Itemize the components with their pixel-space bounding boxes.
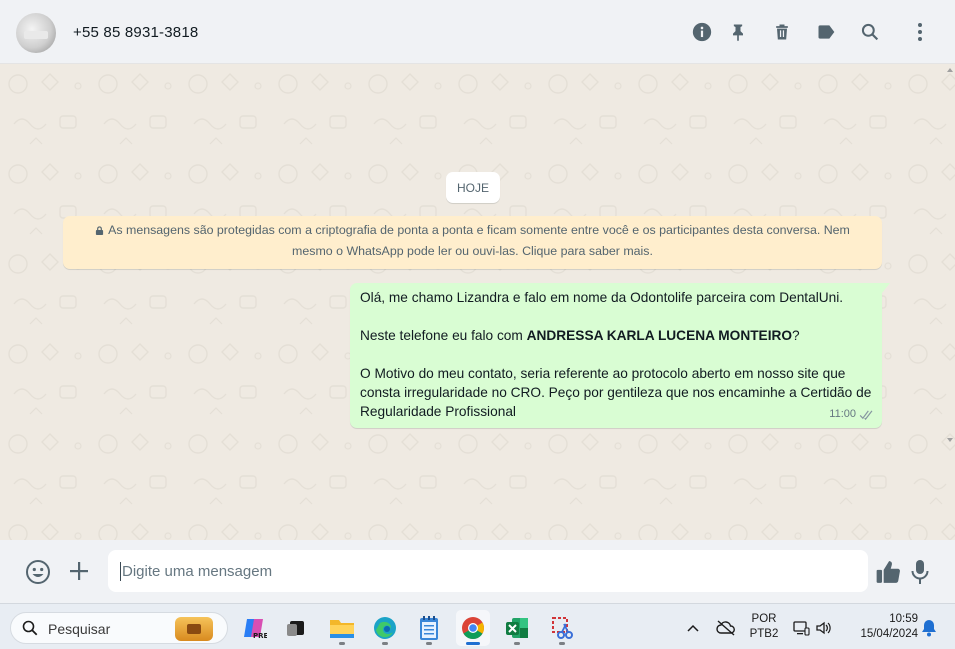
volume-icon[interactable] [813,610,835,646]
message-input[interactable] [108,550,868,592]
message-line-2: Neste telefone eu falo com ANDRESSA KARL… [360,328,800,343]
copilot-icon[interactable]: PRE [237,610,271,646]
scroll-up-arrow[interactable] [947,68,953,72]
message-line-1: Olá, me chamo Lizandra e falo em nome da… [360,290,844,305]
attach-plus-icon[interactable] [66,558,92,584]
outgoing-message[interactable]: Olá, me chamo Lizandra e falo em nome da… [350,283,882,428]
message-meta: 11:00 [829,405,874,424]
message-composer [0,540,955,603]
thumbs-up-icon[interactable] [874,558,902,586]
menu-icon[interactable] [908,20,932,44]
search-highlight-icon [175,617,213,641]
emoji-icon[interactable] [24,558,52,586]
encryption-notice[interactable]: As mensagens são protegidas com a cripto… [63,216,882,269]
notification-bell-icon[interactable] [916,610,942,646]
notepad-icon[interactable] [412,610,446,646]
search-icon [22,620,38,636]
file-explorer-icon[interactable] [325,610,359,646]
lock-icon [95,226,104,235]
language-indicator[interactable]: POR PTB2 [748,612,780,642]
cloud-offline-icon[interactable] [710,610,742,646]
bubble-tail [882,283,890,293]
contact-avatar[interactable] [16,13,56,53]
task-view-icon[interactable] [279,610,313,646]
clock-date: 15/04/2024 [860,628,918,640]
windows-taskbar: Pesquisar PRE POR PTB2 10:59 15/04/2024 [0,603,955,649]
svg-text:PRE: PRE [253,632,267,640]
label-icon[interactable] [814,20,838,44]
excel-icon[interactable] [500,610,534,646]
tray-overflow-chevron-icon[interactable] [677,610,709,646]
message-line-3: O Motivo do meu contato, seria referente… [360,366,872,419]
taskbar-search-placeholder: Pesquisar [48,621,111,637]
chat-header: +55 85 8931-3818 [0,0,955,64]
date-chip: HOJE [446,172,500,203]
clock[interactable]: 10:59 15/04/2024 [846,612,918,642]
edge-icon[interactable] [368,610,402,646]
pin-icon[interactable] [726,20,750,44]
contact-name[interactable]: +55 85 8931-3818 [73,24,198,41]
info-icon[interactable] [690,20,714,44]
taskbar-search[interactable]: Pesquisar [10,612,228,644]
network-icon[interactable] [790,610,812,646]
delete-icon[interactable] [770,20,794,44]
encryption-notice-text: As mensagens são protegidas com a cripto… [108,223,850,258]
contact-full-name: ANDRESSA KARLA LUCENA MONTEIRO [526,328,793,343]
clock-time: 10:59 [889,613,918,625]
chrome-icon[interactable] [456,610,490,646]
microphone-icon[interactable] [908,558,932,586]
scroll-down-arrow[interactable] [947,438,953,442]
text-caret [120,562,121,581]
double-check-icon [859,410,873,420]
snipping-tool-icon[interactable] [545,610,579,646]
search-icon[interactable] [858,20,882,44]
message-time: 11:00 [829,408,856,420]
